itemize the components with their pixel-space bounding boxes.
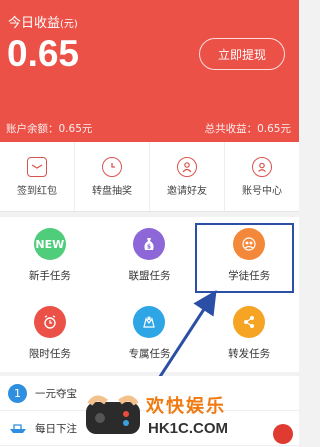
- watermark-title: 欢快娱乐: [146, 396, 226, 417]
- ship-icon: [8, 421, 27, 435]
- list-item-label: 一元夺宝: [35, 387, 77, 400]
- list-item-label: 每日下注: [35, 422, 77, 435]
- number-badge: 1: [8, 383, 27, 403]
- watermark-url: HK1C.COM: [148, 420, 229, 437]
- red-circle-icon[interactable]: [273, 424, 293, 444]
